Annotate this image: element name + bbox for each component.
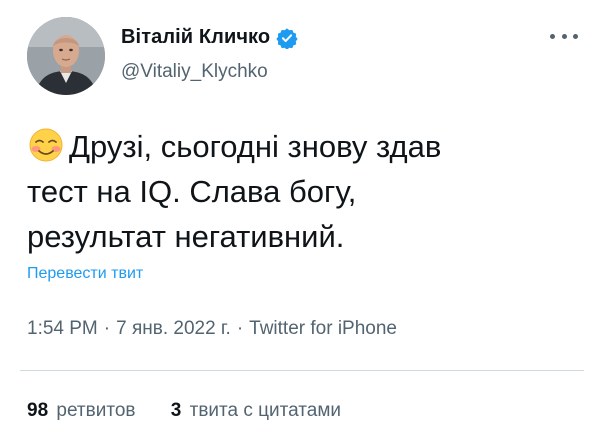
- retweets-label: ретвитов: [56, 400, 136, 421]
- tweet-text: Друзі, сьогодні знову здав тест на IQ. С…: [27, 124, 587, 259]
- display-name[interactable]: Віталій Кличко: [121, 26, 270, 49]
- tweet-line-1: Друзі, сьогодні знову здав: [27, 124, 587, 169]
- more-dot: [561, 33, 567, 39]
- quotes-label: твита с цитатами: [189, 400, 342, 421]
- tweet-source[interactable]: Twitter for iPhone: [249, 318, 397, 339]
- quotes-count: 3: [170, 400, 182, 421]
- retweets-count: 98: [27, 400, 49, 421]
- user-handle[interactable]: @Vitaliy_Klychko: [121, 61, 268, 83]
- tweet-line-2: тест на IQ. Слава богу,: [27, 174, 357, 209]
- verified-badge-icon: [276, 27, 298, 50]
- tweet-meta: 1:54 PM · 7 янв. 2022 г. · Twitter for iPhon…: [27, 318, 397, 340]
- tweet-line-3: результат негативний.: [27, 219, 345, 254]
- avatar[interactable]: [27, 17, 105, 95]
- tweet-card: Віталій Кличко @Vitaliy_Klychko Друзі, с…: [0, 0, 604, 443]
- more-options-icon[interactable]: [550, 31, 578, 41]
- meta-separator: ·: [103, 318, 111, 339]
- tweet-line-1-text: Друзі, сьогодні знову здав: [69, 129, 442, 164]
- divider: [20, 370, 584, 371]
- meta-separator: ·: [236, 318, 244, 339]
- more-dot: [550, 33, 555, 39]
- quote-tweets-stat[interactable]: 3 твита с цитатами: [171, 400, 341, 422]
- tweet-stats: 98 ретвитов 3 твита с цитатами: [27, 400, 371, 422]
- tweet-time[interactable]: 1:54 PM: [27, 318, 98, 339]
- more-dot: [573, 33, 578, 39]
- name-row: Віталій Кличко: [121, 26, 298, 50]
- translate-tweet-link[interactable]: Перевести твит: [27, 265, 143, 283]
- smiling-face-with-blush-emoji: [27, 128, 67, 162]
- tweet-date[interactable]: 7 янв. 2022 г.: [116, 318, 231, 339]
- retweets-stat[interactable]: 98 ретвитов: [27, 400, 135, 422]
